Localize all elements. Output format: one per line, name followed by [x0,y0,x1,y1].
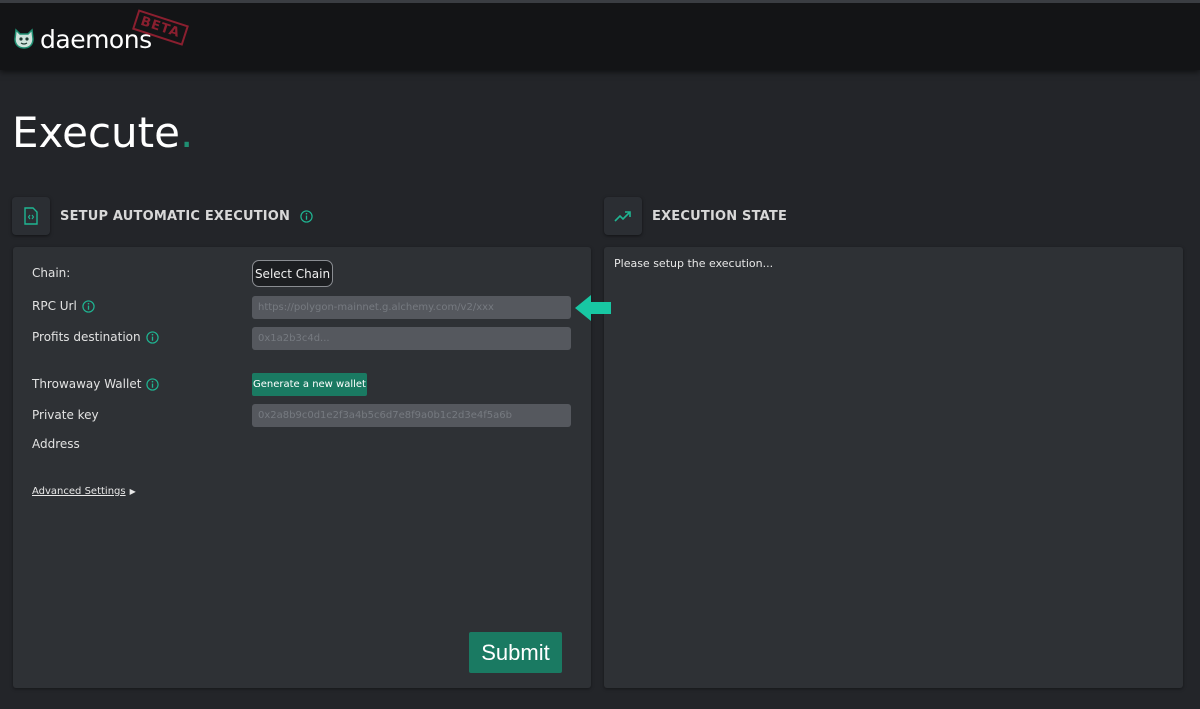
setup-icon-box [12,197,50,235]
profits-destination-input[interactable] [252,327,571,350]
setup-panel: Chain: Select Chain RPC Url Profits dest… [13,247,591,688]
info-icon[interactable] [82,299,95,313]
execution-state-message: Please setup the execution... [614,257,774,270]
daemon-head-icon [14,28,34,49]
page-title-dot: . [179,108,194,157]
private-key-label: Private key [32,408,99,422]
throwaway-wallet-label-text: Throwaway Wallet [32,377,142,391]
state-icon-box [604,197,642,235]
profits-destination-label: Profits destination [32,330,159,344]
throwaway-wallet-label: Throwaway Wallet [32,377,160,391]
submit-button[interactable]: Submit [469,632,562,673]
triangle-right-icon: ▶ [129,487,136,496]
rpc-url-input[interactable] [252,296,571,319]
setup-section-header: SETUP AUTOMATIC EXECUTION [12,196,313,236]
execution-state-panel: Please setup the execution... [604,247,1183,688]
private-key-input[interactable] [252,404,571,427]
contract-file-icon [24,207,38,225]
advanced-settings-link[interactable]: Advanced Settings ▶ [32,486,136,497]
info-icon[interactable] [146,377,160,391]
state-heading: EXECUTION STATE [652,208,788,224]
chain-label: Chain: [32,266,70,280]
logo[interactable]: daemons [12,23,152,55]
trending-up-icon [614,211,631,222]
rpc-url-label-text: RPC Url [32,299,77,313]
page-title: Execute. [12,108,193,157]
select-chain-button[interactable]: Select Chain [252,260,333,287]
generate-wallet-button[interactable]: Generate a new wallet [252,373,367,396]
advanced-settings-label: Advanced Settings [32,486,126,497]
private-key-label-text: Private key [32,408,99,422]
setup-heading: SETUP AUTOMATIC EXECUTION [60,208,291,224]
chain-label-text: Chain: [32,266,71,280]
address-label: Address [32,437,80,451]
info-icon[interactable] [300,209,313,223]
address-label-text: Address [32,437,80,451]
info-icon[interactable] [145,330,159,344]
arrow-left-icon [575,295,611,321]
state-section-header: EXECUTION STATE [604,196,787,236]
top-bar: daemons BETA [0,0,1200,70]
profits-destination-label-text: Profits destination [32,330,141,344]
page-title-text: Execute [12,108,180,157]
rpc-url-label: RPC Url [32,299,95,313]
